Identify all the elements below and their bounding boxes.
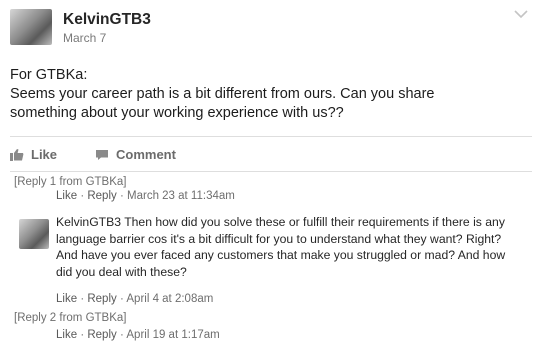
comment-body: KelvinGTB3 Then how did you solve these … <box>56 214 522 280</box>
author-name[interactable]: KelvinGTB3 <box>63 11 151 29</box>
comment-text: Then how did you solve these or fulfill … <box>56 215 506 279</box>
divider <box>10 171 532 172</box>
comment-like-link[interactable]: Like <box>56 329 77 341</box>
meta-separator: · <box>80 293 85 305</box>
chevron-down-icon[interactable] <box>512 7 530 21</box>
post-line: Seems your career path is a bit differen… <box>10 86 435 102</box>
meta-separator: · <box>119 329 124 341</box>
divider <box>10 136 532 137</box>
like-button[interactable]: Like <box>10 147 57 162</box>
comment-button[interactable]: Comment <box>95 147 176 162</box>
comment-timestamp[interactable]: March 23 at 11:34am <box>127 190 235 202</box>
comment-meta: Like · Reply · April 4 at 2:08am <box>56 293 213 305</box>
comment-bubble-icon <box>96 149 108 160</box>
meta-separator: · <box>119 190 124 202</box>
comment-like-link[interactable]: Like <box>56 190 77 202</box>
comment-meta: Like · Reply · April 19 at 1:17am <box>56 329 220 341</box>
comment-timestamp[interactable]: April 19 at 1:17am <box>126 329 219 341</box>
commenter-avatar[interactable] <box>19 219 49 249</box>
meta-separator: · <box>80 190 85 202</box>
post-body: For GTBKa: Seems your career path is a b… <box>10 66 530 123</box>
post-line: For GTBKa: <box>10 67 88 83</box>
comment-reply-link[interactable]: Reply <box>87 329 116 341</box>
comment-reply-link[interactable]: Reply <box>87 190 116 202</box>
comment-reply-link[interactable]: Reply <box>87 293 116 305</box>
like-label: Like <box>31 147 58 162</box>
commenter-name[interactable]: KelvinGTB3 <box>56 215 121 229</box>
meta-separator: · <box>119 293 124 305</box>
comment-label: Comment <box>116 147 176 162</box>
thumbs-up-icon <box>10 149 24 161</box>
meta-separator: · <box>80 329 85 341</box>
post-card: KelvinGTB3 March 7 For GTBKa: Seems your… <box>0 0 544 349</box>
post-line: something about your working experience … <box>10 105 344 121</box>
reply-note: [Reply 2 from GTBKa] <box>14 312 127 324</box>
comment-meta: Like · Reply · March 23 at 11:34am <box>56 190 235 202</box>
post-date[interactable]: March 7 <box>63 31 106 45</box>
comment-timestamp[interactable]: April 4 at 2:08am <box>126 293 213 305</box>
comment-like-link[interactable]: Like <box>56 293 77 305</box>
author-avatar[interactable] <box>10 9 52 45</box>
reply-note: [Reply 1 from GTBKa] <box>14 176 127 188</box>
